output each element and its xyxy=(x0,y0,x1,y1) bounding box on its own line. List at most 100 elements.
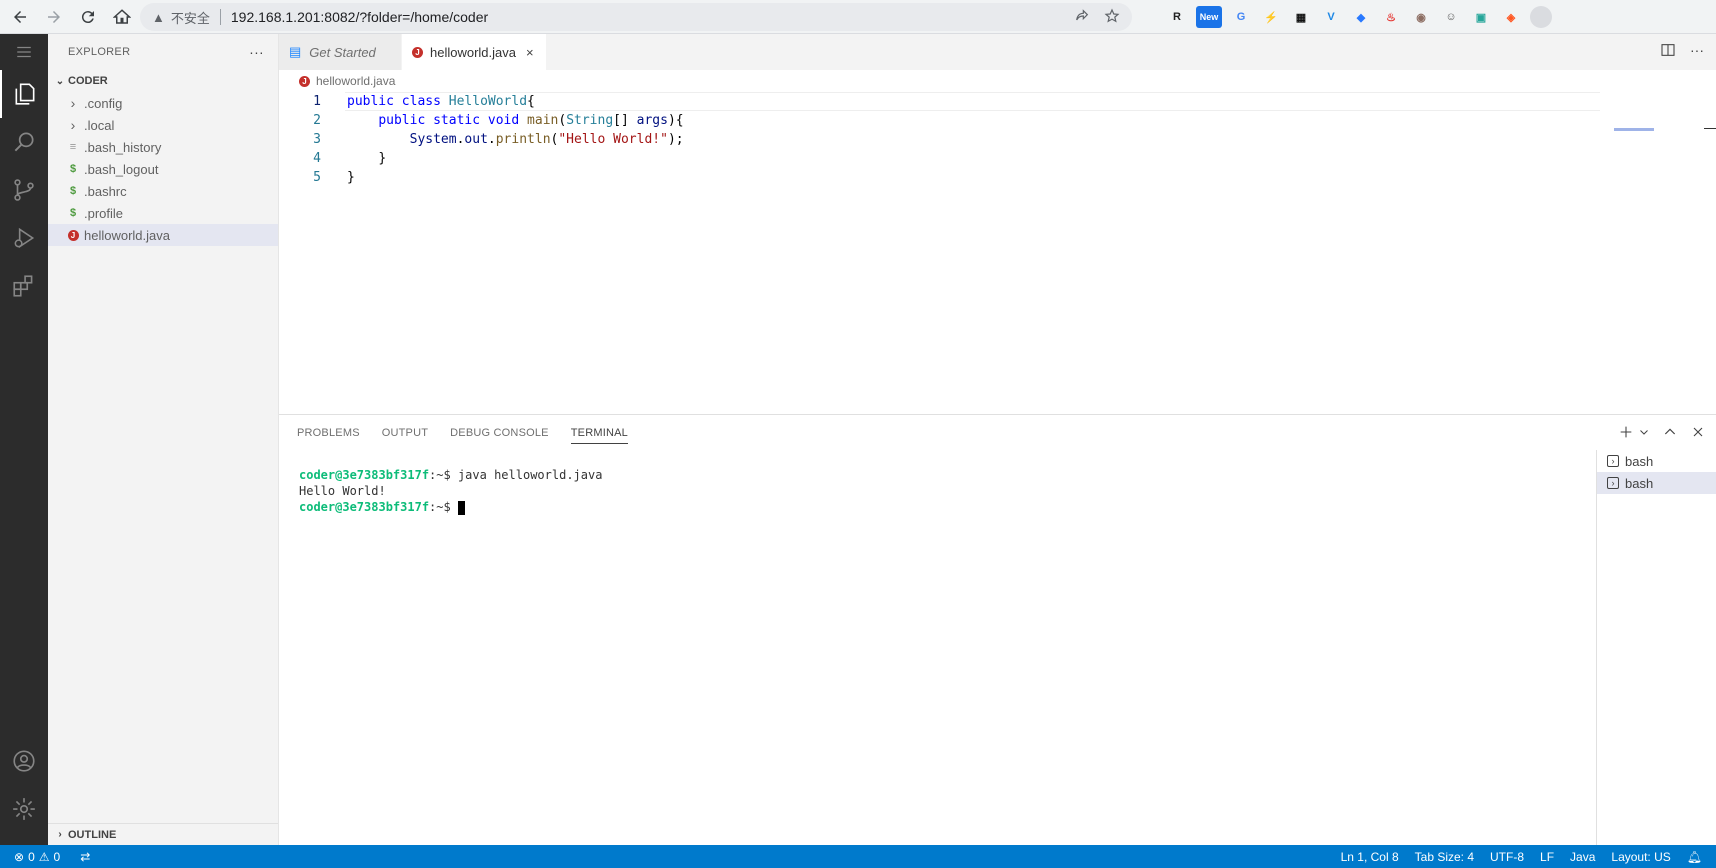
terminal-list: › bash › bash xyxy=(1596,450,1716,846)
gear-icon[interactable] xyxy=(0,785,48,833)
extension-icon[interactable]: ▣ xyxy=(1470,6,1492,28)
security-label: 不安全 xyxy=(170,10,210,26)
extension-icon[interactable]: ♨ xyxy=(1380,6,1402,28)
terminal-item[interactable]: › bash xyxy=(1597,450,1716,472)
type-name: String xyxy=(566,113,614,128)
chevron-up-icon[interactable] xyxy=(1662,424,1678,440)
explorer-icon[interactable] xyxy=(0,70,48,118)
line-number: 5 xyxy=(313,170,321,185)
dot: . xyxy=(456,132,465,147)
tree-item[interactable]: ≡ .bash_history xyxy=(48,136,278,158)
tab-label: helloworld.java xyxy=(430,44,516,60)
chevron-down-icon: ⌄ xyxy=(55,75,65,87)
terminal-output[interactable]: coder@3e7383bf317f:~$ java helloworld.ja… xyxy=(299,467,602,515)
extension-icon[interactable]: V xyxy=(1320,6,1342,28)
line-number: 4 xyxy=(313,151,321,166)
tree-item[interactable]: $ .bash_logout xyxy=(48,158,278,180)
menu-icon[interactable] xyxy=(0,34,48,70)
panel-tabs: PROBLEMS OUTPUT DEBUG CONSOLE TERMINAL xyxy=(279,415,1716,450)
explorer-header: EXPLORER ··· xyxy=(48,34,278,70)
minimap[interactable] xyxy=(1604,92,1716,412)
tab-get-started[interactable]: ▤ Get Started xyxy=(279,34,402,70)
extension-icon[interactable]: ⚡ xyxy=(1260,6,1282,28)
code-line: 5 } xyxy=(279,168,1716,187)
forward-icon[interactable] xyxy=(40,3,68,31)
chevron-right-icon: › xyxy=(58,829,62,840)
url-text[interactable]: 192.168.1.201:8082/?folder=/home/coder xyxy=(231,9,488,25)
keyword: public xyxy=(378,113,426,128)
tree-item[interactable]: $ .bashrc xyxy=(48,180,278,202)
split-editor-icon[interactable] xyxy=(1660,42,1676,58)
browser-toolbar: ▲ 不安全 192.168.1.201:8082/?folder=/home/c… xyxy=(0,0,1716,34)
code-line: 4 } xyxy=(279,149,1716,168)
code-editor[interactable]: 1 public class HelloWorld{ 2 public stat… xyxy=(279,92,1716,187)
method-name: println xyxy=(495,132,551,147)
extensions-icon[interactable] xyxy=(0,262,48,310)
tab-debug-console[interactable]: DEBUG CONSOLE xyxy=(450,415,549,450)
extension-icon[interactable]: ◉ xyxy=(1410,6,1432,28)
tree-item-label: .bash_history xyxy=(84,139,162,155)
activity-bar xyxy=(0,34,48,845)
reload-icon[interactable] xyxy=(74,3,102,31)
live-share-icon[interactable]: ⇄ xyxy=(80,850,90,864)
array-brackets: [] xyxy=(613,113,637,128)
language-mode[interactable]: Java xyxy=(1570,850,1595,864)
chevron-right-icon: › xyxy=(70,95,76,111)
cursor-position[interactable]: Ln 1, Col 8 xyxy=(1341,850,1399,864)
chevron-down-icon[interactable] xyxy=(1638,426,1650,438)
encoding[interactable]: UTF-8 xyxy=(1490,850,1524,864)
run-debug-icon[interactable] xyxy=(0,214,48,262)
tab-terminal[interactable]: TERMINAL xyxy=(570,415,629,450)
more-actions-icon[interactable]: ··· xyxy=(249,44,264,60)
method-name: main xyxy=(527,113,559,128)
line-number: 3 xyxy=(313,132,321,147)
extension-icon[interactable]: ☺ xyxy=(1440,6,1462,28)
breadcrumb: J helloworld.java xyxy=(279,70,1716,92)
account-icon[interactable] xyxy=(0,737,48,785)
terminal-item[interactable]: › bash xyxy=(1597,472,1716,494)
breadcrumb-file[interactable]: helloworld.java xyxy=(316,74,395,88)
share-icon[interactable] xyxy=(1074,8,1090,24)
profile-avatar[interactable] xyxy=(1530,6,1552,28)
extension-icon[interactable]: R xyxy=(1166,6,1188,28)
tab-size[interactable]: Tab Size: 4 xyxy=(1415,850,1474,864)
tree-item-label: .local xyxy=(84,117,115,133)
tree-item[interactable]: $ .profile xyxy=(48,202,278,224)
problems-indicator[interactable]: ⊗ 0 ⚠ 0 xyxy=(14,850,60,864)
tree-item-label: .config xyxy=(84,95,123,111)
book-icon: ▤ xyxy=(289,44,302,59)
close-icon[interactable] xyxy=(1690,424,1706,440)
plus-icon[interactable] xyxy=(1618,424,1634,440)
explorer-sidebar: EXPLORER ··· ⌄ CODER › .config › .local ≡ .ba… xyxy=(48,34,279,845)
line-ending[interactable]: LF xyxy=(1540,850,1554,864)
bell-icon[interactable]: 🔔︎ xyxy=(1687,850,1702,864)
tab-problems[interactable]: PROBLEMS xyxy=(297,415,360,450)
command: java helloworld.java xyxy=(457,468,603,482)
divider xyxy=(219,9,221,25)
outline-section[interactable]: › OUTLINE xyxy=(48,823,278,845)
star-icon[interactable] xyxy=(1104,8,1120,24)
tree-item[interactable]: › .config xyxy=(48,92,278,114)
close-icon[interactable]: × xyxy=(526,45,534,60)
code-line: 3 System. out. println("Hello World!"); xyxy=(279,130,1716,149)
tab-output[interactable]: OUTPUT xyxy=(382,415,428,450)
keyboard-layout[interactable]: Layout: US xyxy=(1611,850,1670,864)
extension-icon[interactable]: ◈ xyxy=(1500,6,1522,28)
tree-item[interactable]: › .local xyxy=(48,114,278,136)
tree-item[interactable]: Jhelloworld.java xyxy=(48,224,278,246)
paren: ){ xyxy=(667,113,684,128)
more-actions-icon[interactable]: ··· xyxy=(1690,42,1704,58)
extension-icon[interactable]: New xyxy=(1196,6,1222,28)
search-icon[interactable] xyxy=(0,118,48,166)
tab-helloworld-java[interactable]: J helloworld.java × xyxy=(402,34,547,70)
folder-header[interactable]: ⌄ CODER xyxy=(48,70,278,92)
extension-icon[interactable]: ▦ xyxy=(1290,6,1312,28)
home-icon[interactable] xyxy=(108,3,136,31)
back-icon[interactable] xyxy=(6,3,34,31)
extension-icon[interactable]: G xyxy=(1230,6,1252,28)
source-control-icon[interactable] xyxy=(0,166,48,214)
terminal-icon: › xyxy=(1607,455,1619,467)
file-tree: › .config › .local ≡ .bash_history $ .bash_logo… xyxy=(48,92,278,246)
address-bar[interactable]: ▲ 不安全 192.168.1.201:8082/?folder=/home/c… xyxy=(140,3,1132,31)
extension-icon[interactable]: ◆ xyxy=(1350,6,1372,28)
